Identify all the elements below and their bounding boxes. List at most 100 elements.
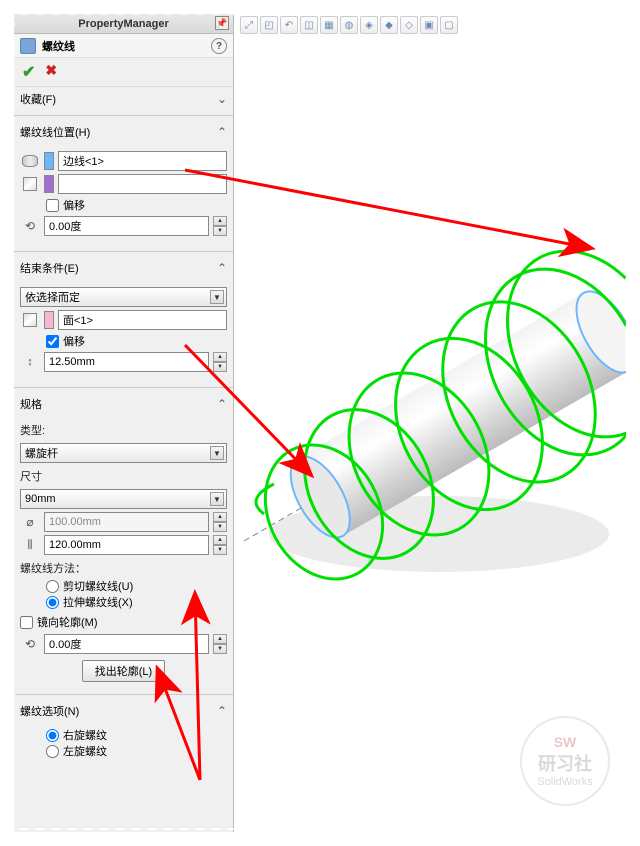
- extrude-thread-radio-row[interactable]: 拉伸螺纹线(X): [46, 594, 227, 610]
- watermark-main: 研习社: [538, 750, 592, 776]
- pin-icon[interactable]: 📌: [215, 16, 229, 30]
- ok-button[interactable]: ✔: [22, 62, 35, 82]
- position-label: 螺纹线位置(H): [20, 124, 90, 140]
- pitch-input[interactable]: [44, 535, 209, 555]
- diameter-spinner[interactable]: ▲▼: [213, 512, 227, 532]
- chevron-down-icon: ⌄: [217, 92, 227, 106]
- section-end-cond-body: 依选择而定 ▼ 偏移 ▲▼: [14, 280, 233, 383]
- end-offset-label: 偏移: [63, 333, 85, 349]
- dropdown-arrow-icon: ▼: [210, 446, 224, 460]
- options-label: 螺纹选项(N): [20, 703, 79, 719]
- end-face-color-swatch: [44, 311, 54, 329]
- mirror-profile-label: 镜向轮廓(M): [37, 614, 98, 630]
- section-spec-body: 类型: 螺旋杆 ▼ 尺寸 90mm ▼ ▲▼ ▲▼ 螺纹线方法：: [14, 416, 233, 690]
- toolbar-appearance-icon[interactable]: ◆: [380, 16, 398, 34]
- property-manager-panel: PropertyManager 📌 螺纹线 ? ✔ ✖ 收藏(F) ⌄ 螺纹线位…: [14, 14, 234, 832]
- toolbar-view-settings-icon[interactable]: ▣: [420, 16, 438, 34]
- view-toolbar: ⤢ ◰ ↶ ◫ ▦ ◍ ◈ ◆ ◇ ▣ ▢: [240, 16, 458, 34]
- mirror-profile-row[interactable]: 镜向轮廓(M): [20, 614, 227, 630]
- end-offset-value-input[interactable]: [44, 352, 209, 372]
- diameter-input: [44, 512, 209, 532]
- toolbar-zoom-fit-icon[interactable]: ⤢: [240, 16, 258, 34]
- cut-thread-radio-row[interactable]: 剪切螺纹线(U): [46, 578, 227, 594]
- right-hand-radio-row[interactable]: 右旋螺纹: [46, 727, 227, 743]
- help-icon[interactable]: ?: [211, 38, 227, 54]
- confirm-row: ✔ ✖: [14, 58, 233, 87]
- dropdown-arrow-icon: ▼: [210, 290, 224, 304]
- left-hand-radio-row[interactable]: 左旋螺纹: [46, 743, 227, 759]
- end-face-icon: [20, 310, 40, 330]
- find-profile-button[interactable]: 找出轮廓(L): [82, 660, 165, 682]
- extrude-thread-radio[interactable]: [46, 596, 59, 609]
- chevron-up-icon: ⌃: [217, 704, 227, 718]
- rotation-angle-input[interactable]: [44, 634, 209, 654]
- toolbar-scene-icon[interactable]: ◇: [400, 16, 418, 34]
- toolbar-render-icon[interactable]: ▢: [440, 16, 458, 34]
- toolbar-view-orient-icon[interactable]: ▦: [320, 16, 338, 34]
- end-condition-combo[interactable]: 依选择而定 ▼: [20, 287, 227, 307]
- offset-checkbox[interactable]: [46, 199, 59, 212]
- pitch-icon: [20, 535, 40, 555]
- right-hand-radio[interactable]: [46, 729, 59, 742]
- pitch-spinner[interactable]: ▲▼: [213, 535, 227, 555]
- edge-color-swatch: [44, 152, 54, 170]
- end-face-input[interactable]: [58, 310, 227, 330]
- face-cylinder-icon: [20, 174, 40, 194]
- section-options-body: 右旋螺纹 左旋螺纹: [14, 723, 233, 767]
- optional-face-input[interactable]: [58, 174, 227, 194]
- left-hand-label: 左旋螺纹: [63, 743, 107, 759]
- offset-checkbox-row[interactable]: 偏移: [46, 197, 85, 213]
- toolbar-display-style-icon[interactable]: ◍: [340, 16, 358, 34]
- method-label: 螺纹线方法：: [20, 558, 227, 578]
- cut-thread-label: 剪切螺纹线(U): [63, 578, 133, 594]
- end-offset-checkbox[interactable]: [46, 335, 59, 348]
- left-hand-radio[interactable]: [46, 745, 59, 758]
- thread-size-combo[interactable]: 90mm ▼: [20, 489, 227, 509]
- angle2-icon: [20, 634, 40, 654]
- extrude-thread-label: 拉伸螺纹线(X): [63, 594, 133, 610]
- spec-label: 规格: [20, 396, 42, 412]
- angle2-spinner[interactable]: ▲▼: [213, 634, 227, 654]
- angle-icon: [20, 216, 40, 236]
- watermark-sw: SW: [554, 734, 577, 750]
- face-color-swatch: [44, 175, 54, 193]
- favorites-label: 收藏(F): [20, 91, 56, 107]
- thread-feature-icon: [20, 38, 36, 54]
- thread-edge-input[interactable]: [58, 151, 227, 171]
- viewport-3d[interactable]: [234, 14, 626, 832]
- offset-label: 偏移: [63, 197, 85, 213]
- toolbar-prev-view-icon[interactable]: ↶: [280, 16, 298, 34]
- toolbar-hide-show-icon[interactable]: ◈: [360, 16, 378, 34]
- feature-name: 螺纹线: [42, 38, 75, 54]
- pm-title-bar: PropertyManager 📌: [14, 14, 233, 34]
- chevron-up-icon: ⌃: [217, 125, 227, 139]
- diameter-icon: [20, 512, 40, 532]
- end-condition-value: 依选择而定: [25, 289, 80, 305]
- cancel-button[interactable]: ✖: [45, 62, 57, 82]
- section-favorites-header[interactable]: 收藏(F) ⌄: [14, 87, 233, 111]
- cut-thread-radio[interactable]: [46, 580, 59, 593]
- watermark: SW 研习社 SolidWorks: [520, 716, 610, 806]
- mirror-profile-checkbox[interactable]: [20, 616, 33, 629]
- chevron-up-icon: ⌃: [217, 397, 227, 411]
- thread-size-value: 90mm: [25, 493, 56, 505]
- thread-type-combo[interactable]: 螺旋杆 ▼: [20, 443, 227, 463]
- section-options-header[interactable]: 螺纹选项(N) ⌃: [14, 699, 233, 723]
- right-hand-label: 右旋螺纹: [63, 727, 107, 743]
- edge-cylinder-icon: [20, 151, 40, 171]
- section-spec-header[interactable]: 规格 ⌃: [14, 392, 233, 416]
- toolbar-zoom-area-icon[interactable]: ◰: [260, 16, 278, 34]
- section-end-cond-header[interactable]: 结束条件(E) ⌃: [14, 256, 233, 280]
- end-offset-checkbox-row[interactable]: 偏移: [46, 333, 85, 349]
- feature-title-row: 螺纹线 ?: [14, 34, 233, 58]
- offset-distance-icon: [20, 352, 40, 372]
- pm-title: PropertyManager: [78, 18, 168, 30]
- size-label: 尺寸: [20, 466, 227, 486]
- end-offset-spinner[interactable]: ▲▼: [213, 352, 227, 372]
- section-position-header[interactable]: 螺纹线位置(H) ⌃: [14, 120, 233, 144]
- start-angle-input[interactable]: [44, 216, 209, 236]
- end-cond-label: 结束条件(E): [20, 260, 79, 276]
- thread-type-value: 螺旋杆: [25, 445, 58, 461]
- angle-spinner[interactable]: ▲▼: [213, 216, 227, 236]
- toolbar-section-icon[interactable]: ◫: [300, 16, 318, 34]
